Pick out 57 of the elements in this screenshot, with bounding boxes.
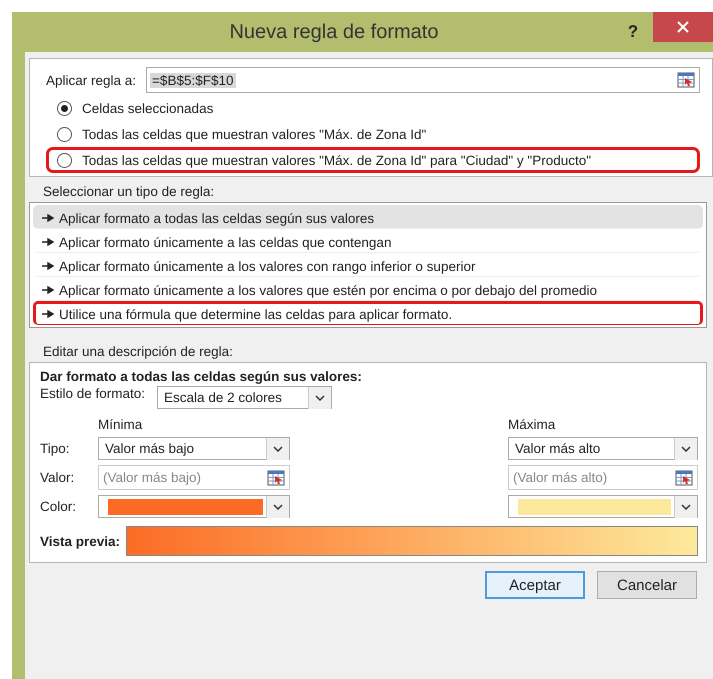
- pointer-icon: [42, 286, 54, 294]
- rule-type-item[interactable]: Aplicar formato a todas las celdas según sus valores: [33, 205, 703, 229]
- radio-option[interactable]: Todas las celdas que muestran valores "Máx. de Zona Id": [46, 121, 700, 147]
- chevron-icon: [681, 446, 691, 452]
- style-label: Estilo de formato:: [40, 386, 146, 401]
- dialog-button[interactable]: Cancelar: [597, 571, 697, 599]
- chevron-icon: [681, 504, 691, 510]
- pointer-icon: [42, 214, 54, 222]
- rule-type-item[interactable]: Aplicar formato únicamente a los valores con rango inferior o superior: [33, 253, 703, 277]
- value-field[interactable]: (Valor más bajo): [98, 465, 290, 490]
- color-dropdown[interactable]: [98, 495, 290, 518]
- chevron-icon: [315, 394, 326, 400]
- rule-type-label: Aplicar formato a todas las celdas según sus valores: [59, 210, 374, 226]
- rule-type-item[interactable]: Aplicar formato únicamente a las celdas que contengan: [33, 229, 703, 253]
- type-dropdown[interactable]: Valor más bajo: [98, 437, 290, 460]
- radio-button[interactable]: [57, 152, 72, 168]
- rule-type-label: Aplicar formato únicamente a las celdas que contengan: [59, 234, 392, 250]
- window-title: Nueva regla de formato: [228, 20, 440, 44]
- type-dropdown[interactable]: Valor más alto: [508, 437, 698, 460]
- radio-option[interactable]: Todas las celdas que muestran valores "Máx. de Zona Id" para "Ciudad" y "Producto": [46, 147, 700, 173]
- close-icon: [677, 21, 689, 33]
- preview-label: Vista previa:: [40, 534, 120, 548]
- row-label: Valor:: [40, 470, 76, 485]
- radio-option[interactable]: Celdas seleccionadas: [46, 95, 700, 121]
- column-title: Mínima: [98, 417, 144, 432]
- value-field[interactable]: (Valor más alto): [508, 465, 698, 490]
- rule-type-label: Aplicar formato únicamente a los valores que estén por encima o por debajo del promedio: [59, 282, 598, 298]
- row-label: Tipo:: [40, 441, 71, 456]
- option-label: Celdas seleccionadas: [82, 100, 214, 116]
- range-picker-icon[interactable]: [267, 470, 285, 486]
- description-heading: Dar formato a todas las celdas según sus valores:: [40, 369, 363, 384]
- close-button[interactable]: [653, 12, 713, 42]
- rule-type-label: Aplicar formato únicamente a los valores con rango inferior o superior: [59, 258, 476, 274]
- color-dropdown[interactable]: [508, 495, 698, 518]
- range-picker-icon[interactable]: [677, 72, 695, 88]
- apply-to-label: Aplicar regla a:: [46, 72, 136, 88]
- rule-type-label: Utilice una fórmula que determine las celdas para aplicar formato.: [59, 306, 452, 322]
- dialog-button[interactable]: Aceptar: [485, 571, 585, 599]
- radio-button[interactable]: [57, 100, 72, 116]
- radio-button[interactable]: [57, 126, 72, 142]
- section-label: Seleccionar un tipo de regla:: [43, 184, 216, 199]
- chevron-icon: [273, 504, 283, 510]
- pointer-icon: [42, 238, 54, 246]
- option-label: Todas las celdas que muestran valores "Máx. de Zona Id": [82, 126, 426, 142]
- rule-type-item[interactable]: Aplicar formato únicamente a los valores que estén por encima o por debajo del promedio: [33, 277, 703, 301]
- section-label: Editar una descripción de regla:: [43, 344, 234, 359]
- range-picker-icon[interactable]: [675, 470, 693, 486]
- option-label: Todas las celdas que muestran valores "Máx. de Zona Id" para "Ciudad" y "Producto": [82, 152, 592, 168]
- style-dropdown[interactable]: Escala de 2 colores: [157, 386, 332, 409]
- pointer-icon: [42, 310, 54, 318]
- column-title: Máxima: [508, 417, 556, 432]
- chevron-icon: [273, 446, 283, 452]
- range-field[interactable]: =$B$5:$F$10: [146, 67, 700, 93]
- help-button[interactable]: ?: [613, 22, 653, 42]
- pointer-icon: [42, 262, 54, 270]
- rule-type-item[interactable]: Utilice una fórmula que determine las celdas para aplicar formato.: [33, 301, 703, 325]
- row-label: Color:: [40, 499, 78, 514]
